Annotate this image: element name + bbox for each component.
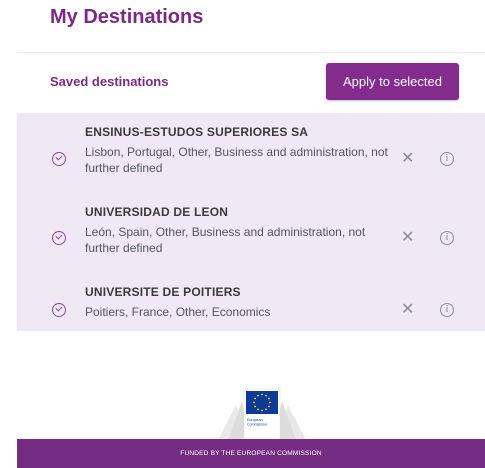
check-circle-icon[interactable] [52, 152, 66, 166]
destination-details: León, Spain, Other, Business and adminis… [85, 225, 366, 255]
saved-destinations-label: Saved destinations [50, 74, 169, 89]
close-icon[interactable]: ✕ [401, 151, 414, 167]
check-circle-icon[interactable] [52, 231, 66, 245]
destination-details: Lisbon, Portugal, Other, Business and ad… [85, 145, 388, 175]
header-divider [17, 52, 485, 53]
info-icon[interactable]: i [440, 152, 454, 166]
page-title: My Destinations [50, 6, 204, 28]
european-commission-logo: European Commission [218, 388, 306, 440]
svg-text:Commission: Commission [247, 423, 267, 427]
apply-to-selected-button[interactable]: Apply to selected [326, 63, 459, 100]
destination-details: Poitiers, France, Other, Economics [85, 305, 271, 319]
destination-name: UNIVERSITE DE POITIERS [85, 285, 241, 299]
destination-name: UNIVERSIDAD DE LEON [85, 205, 229, 219]
check-circle-icon[interactable] [52, 303, 66, 317]
destination-name: ENSINUS-ESTUDOS SUPERIORES SA [85, 125, 309, 139]
destination-list: ENSINUS-ESTUDOS SUPERIORES SA Lisbon, Po… [17, 113, 485, 331]
close-icon[interactable]: ✕ [401, 230, 414, 246]
footer-funding-text: FUNDED BY THE EUROPEAN COMMISSION [180, 450, 322, 457]
footer: FUNDED BY THE EUROPEAN COMMISSION [17, 439, 485, 468]
close-icon[interactable]: ✕ [401, 302, 414, 318]
svg-text:European: European [247, 418, 263, 422]
info-icon[interactable]: i [440, 231, 454, 245]
info-icon[interactable]: i [440, 303, 454, 317]
